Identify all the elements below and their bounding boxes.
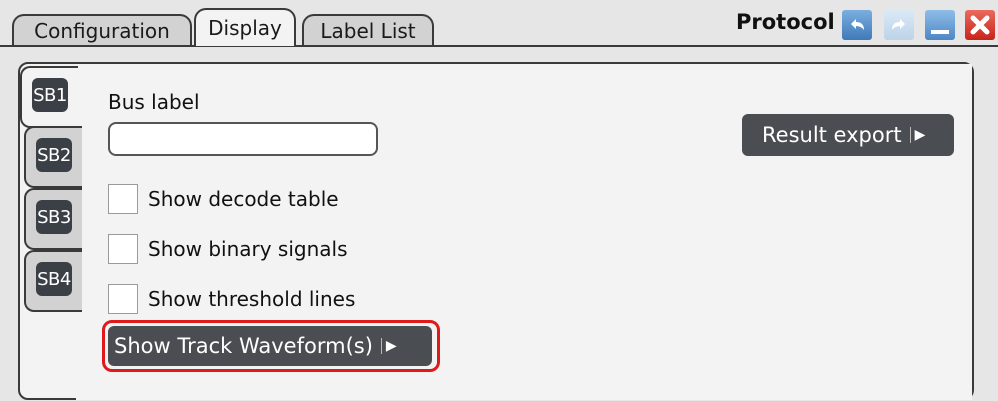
- show-threshold-lines-row[interactable]: Show threshold lines: [108, 284, 355, 314]
- tab-label-list[interactable]: Label List: [302, 14, 434, 46]
- tab-label-list-label: Label List: [320, 19, 416, 43]
- redo-icon[interactable]: [884, 10, 914, 40]
- show-decode-table-label: Show decode table: [148, 187, 339, 211]
- bus-label-heading: Bus label: [108, 90, 200, 114]
- side-tab-sb3[interactable]: SB3: [24, 188, 82, 250]
- show-decode-table-checkbox[interactable]: [108, 184, 138, 214]
- tab-display[interactable]: Display: [194, 8, 296, 46]
- side-tab-sb1-label: SB1: [32, 78, 68, 112]
- submenu-arrow-icon: ▶: [909, 127, 925, 143]
- show-track-waveforms-label: Show Track Waveform(s): [114, 334, 373, 358]
- side-tab-sb3-label: SB3: [36, 200, 72, 234]
- show-binary-signals-label: Show binary signals: [148, 237, 348, 261]
- side-tab-sb1[interactable]: SB1: [20, 66, 78, 128]
- close-icon[interactable]: [965, 10, 995, 40]
- show-threshold-lines-checkbox[interactable]: [108, 284, 138, 314]
- dialog-title: Protocol: [736, 10, 835, 34]
- submenu-arrow-icon: ▶: [380, 338, 397, 354]
- show-track-waveforms-button[interactable]: Show Track Waveform(s) ▶: [108, 326, 432, 366]
- side-tab-sb4[interactable]: SB4: [24, 250, 82, 312]
- bus-label-input[interactable]: [108, 122, 378, 156]
- tab-configuration[interactable]: Configuration: [12, 14, 192, 46]
- show-decode-table-row[interactable]: Show decode table: [108, 184, 339, 214]
- result-export-label: Result export: [762, 123, 902, 147]
- side-tab-sb2[interactable]: SB2: [24, 126, 82, 188]
- side-tab-sb2-label: SB2: [36, 138, 72, 172]
- show-threshold-lines-label: Show threshold lines: [148, 287, 356, 311]
- show-binary-signals-checkbox[interactable]: [108, 234, 138, 264]
- tab-baseline: [0, 45, 998, 47]
- undo-icon[interactable]: [842, 10, 872, 40]
- result-export-button[interactable]: Result export ▶: [742, 114, 954, 156]
- minimize-icon[interactable]: [925, 10, 955, 40]
- side-tab-sb4-label: SB4: [36, 262, 72, 296]
- tab-configuration-label: Configuration: [34, 19, 170, 43]
- tab-display-label: Display: [208, 16, 282, 40]
- show-binary-signals-row[interactable]: Show binary signals: [108, 234, 348, 264]
